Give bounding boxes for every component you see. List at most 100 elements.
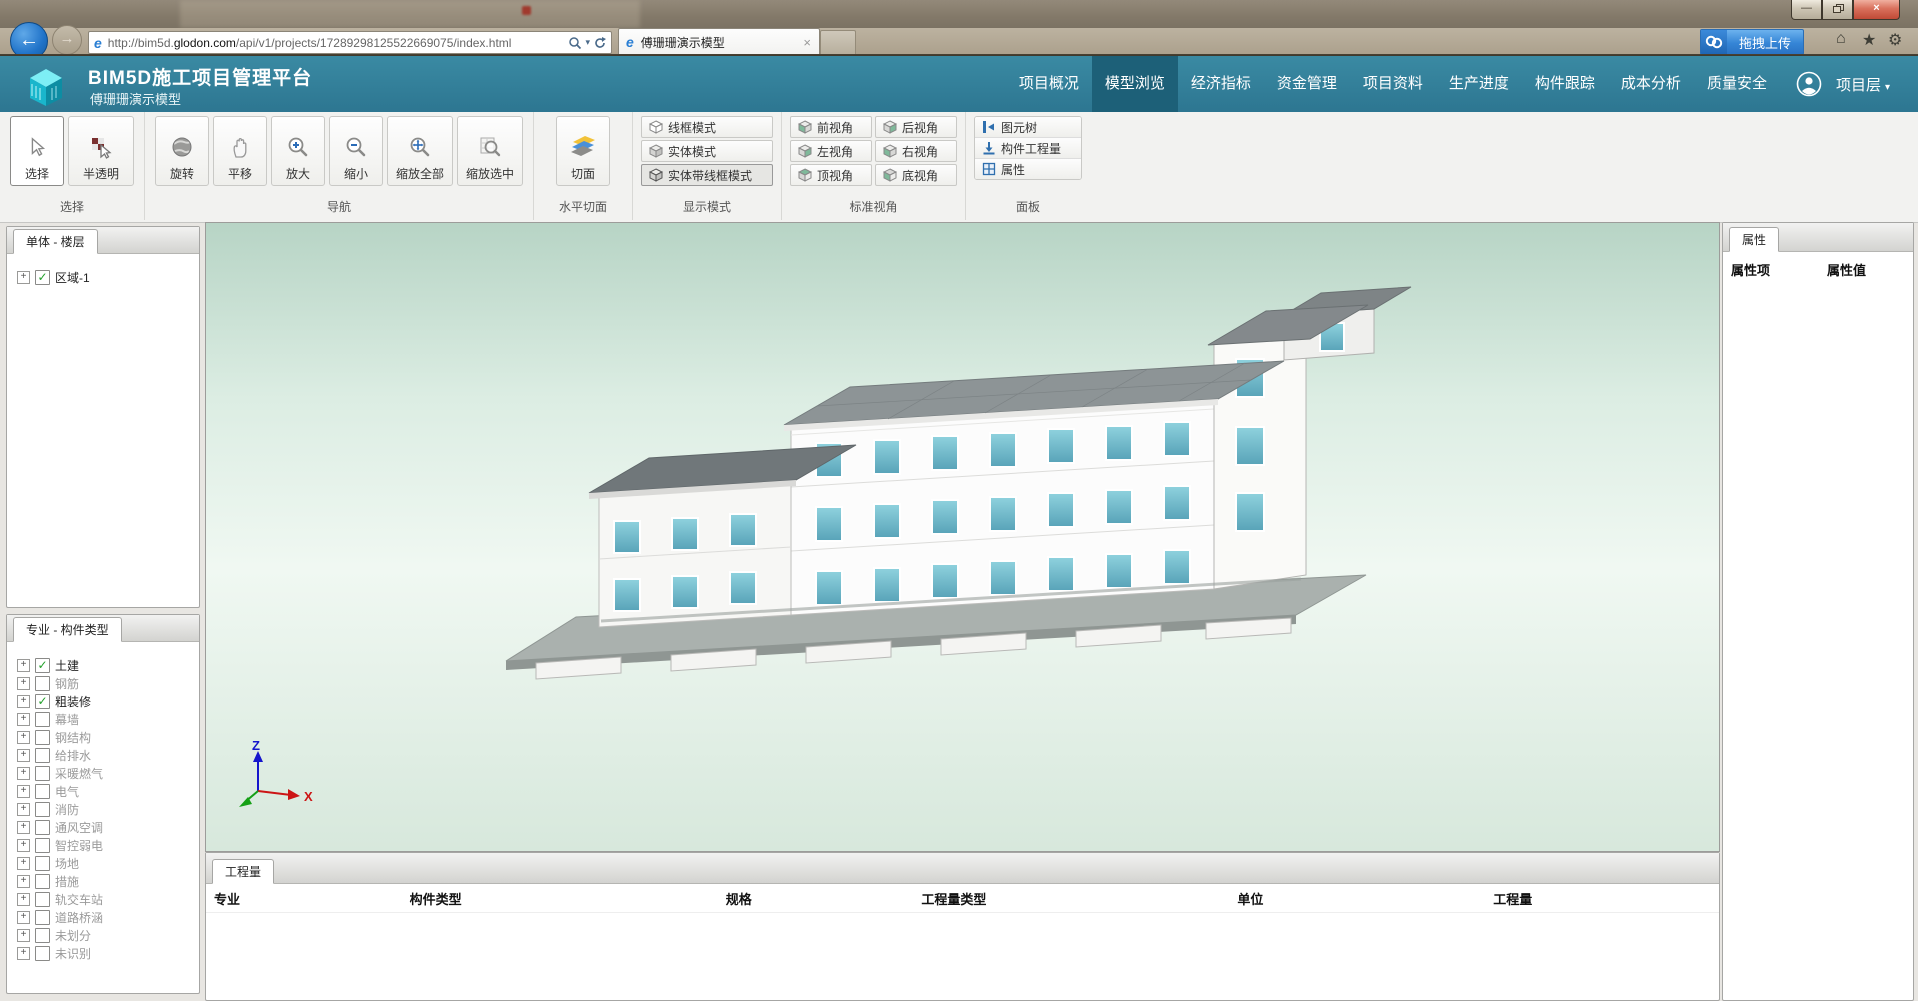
expand-icon[interactable]: + bbox=[17, 803, 30, 816]
checkbox[interactable]: ✓ bbox=[35, 856, 50, 871]
home-icon[interactable]: ⌂ bbox=[1836, 30, 1846, 48]
nav-item[interactable]: 经济指标 bbox=[1178, 56, 1264, 112]
right-view-button[interactable]: 右视角 bbox=[875, 140, 957, 162]
front-view-button[interactable]: 前视角 bbox=[790, 116, 872, 138]
model-viewport[interactable]: Z X bbox=[205, 222, 1720, 852]
component-quantity-button[interactable]: 构件工程量 bbox=[975, 137, 1081, 158]
tree-item[interactable]: + ✓ 场地 bbox=[17, 854, 199, 872]
expand-icon[interactable]: + bbox=[17, 695, 30, 708]
expand-icon[interactable]: + bbox=[17, 839, 30, 852]
tree-item[interactable]: + ✓ 钢结构 bbox=[17, 728, 199, 746]
expand-icon[interactable]: + bbox=[17, 271, 30, 284]
settings-icon[interactable]: ⚙ bbox=[1888, 30, 1902, 50]
nav-item[interactable]: 构件跟踪 bbox=[1522, 56, 1608, 112]
tree-item[interactable]: + ✓ 采暖燃气 bbox=[17, 764, 199, 782]
refresh-icon[interactable] bbox=[593, 36, 607, 50]
tree-item[interactable]: + ✓ 幕墙 bbox=[17, 710, 199, 728]
browser-tab[interactable]: e 傅珊珊演示模型 × bbox=[618, 28, 820, 55]
checkbox[interactable]: ✓ bbox=[35, 874, 50, 889]
minimize-button[interactable]: — bbox=[1791, 0, 1822, 20]
checkbox[interactable]: ✓ bbox=[35, 946, 50, 961]
tree-item[interactable]: + ✓ 粗装修 bbox=[17, 692, 199, 710]
nav-item[interactable]: 项目概况 bbox=[1006, 56, 1092, 112]
rotate-button[interactable]: 旋转 bbox=[155, 116, 209, 186]
expand-icon[interactable]: + bbox=[17, 947, 30, 960]
favorites-icon[interactable]: ★ bbox=[1862, 30, 1876, 50]
expand-icon[interactable]: + bbox=[17, 731, 30, 744]
project-layer-menu[interactable]: 项目层▾ bbox=[1836, 74, 1890, 95]
bottom-view-button[interactable]: 底视角 bbox=[875, 164, 957, 186]
wireframe-mode-button[interactable]: 线框模式 bbox=[641, 116, 773, 138]
nav-item[interactable]: 生产进度 bbox=[1436, 56, 1522, 112]
nav-item[interactable]: 成本分析 bbox=[1608, 56, 1694, 112]
checkbox[interactable]: ✓ bbox=[35, 820, 50, 835]
address-bar[interactable]: e http://bim5d.glodon.com/api/v1/project… bbox=[88, 31, 612, 54]
checkbox[interactable]: ✓ bbox=[35, 766, 50, 781]
top-view-button[interactable]: 顶视角 bbox=[790, 164, 872, 186]
floors-panel-tab[interactable]: 单体 - 楼层 bbox=[13, 229, 98, 254]
tree-item[interactable]: + ✓ 智控弱电 bbox=[17, 836, 199, 854]
tree-item[interactable]: + ✓ 通风空调 bbox=[17, 818, 199, 836]
restore-button[interactable] bbox=[1822, 0, 1853, 20]
element-tree-button[interactable]: 图元树 bbox=[975, 117, 1081, 137]
checkbox[interactable]: ✓ bbox=[35, 694, 50, 709]
back-view-button[interactable]: 后视角 bbox=[875, 116, 957, 138]
nav-item[interactable]: 项目资料 bbox=[1350, 56, 1436, 112]
tree-item[interactable]: + ✓ 土建 bbox=[17, 656, 199, 674]
tab-close-icon[interactable]: × bbox=[803, 35, 811, 50]
checkbox[interactable]: ✓ bbox=[35, 892, 50, 907]
expand-icon[interactable]: + bbox=[17, 929, 30, 942]
close-button[interactable]: × bbox=[1853, 0, 1900, 20]
tree-item[interactable]: + ✓ 措施 bbox=[17, 872, 199, 890]
checkbox[interactable]: ✓ bbox=[35, 730, 50, 745]
user-avatar-icon[interactable] bbox=[1796, 71, 1822, 97]
properties-button[interactable]: 属性 bbox=[975, 158, 1081, 179]
tree-item[interactable]: + ✓ 电气 bbox=[17, 782, 199, 800]
properties-tab[interactable]: 属性 bbox=[1729, 227, 1779, 252]
expand-icon[interactable]: + bbox=[17, 911, 30, 924]
tree-item[interactable]: + ✓ 钢筋 bbox=[17, 674, 199, 692]
checkbox[interactable]: ✓ bbox=[35, 784, 50, 799]
tree-item[interactable]: + ✓ 道路桥涵 bbox=[17, 908, 199, 926]
pan-button[interactable]: 平移 bbox=[213, 116, 267, 186]
left-view-button[interactable]: 左视角 bbox=[790, 140, 872, 162]
section-plane-button[interactable]: 切面 bbox=[556, 116, 610, 186]
expand-icon[interactable]: + bbox=[17, 893, 30, 906]
tree-item[interactable]: + ✓ 消防 bbox=[17, 800, 199, 818]
checkbox[interactable]: ✓ bbox=[35, 676, 50, 691]
checkbox[interactable]: ✓ bbox=[35, 748, 50, 763]
tree-item[interactable]: + ✓ 区域-1 bbox=[17, 268, 199, 286]
nav-item[interactable]: 资金管理 bbox=[1264, 56, 1350, 112]
search-dropdown-icon[interactable]: ▾ bbox=[585, 37, 590, 48]
checkbox[interactable]: ✓ bbox=[35, 658, 50, 673]
expand-icon[interactable]: + bbox=[17, 785, 30, 798]
tree-item[interactable]: + ✓ 未划分 bbox=[17, 926, 199, 944]
nav-item[interactable]: 模型浏览 bbox=[1092, 56, 1178, 112]
expand-icon[interactable]: + bbox=[17, 749, 30, 762]
expand-icon[interactable]: + bbox=[17, 713, 30, 726]
search-icon[interactable] bbox=[568, 36, 582, 50]
checkbox[interactable]: ✓ bbox=[35, 270, 50, 285]
tree-item[interactable]: + ✓ 轨交车站 bbox=[17, 890, 199, 908]
select-button[interactable]: 选择 bbox=[10, 116, 64, 186]
expand-icon[interactable]: + bbox=[17, 857, 30, 870]
tree-item[interactable]: + ✓ 给排水 bbox=[17, 746, 199, 764]
solid-mode-button[interactable]: 实体模式 bbox=[641, 140, 773, 162]
quantities-tab[interactable]: 工程量 bbox=[212, 859, 274, 884]
zoom-in-button[interactable]: 放大 bbox=[271, 116, 325, 186]
expand-icon[interactable]: + bbox=[17, 767, 30, 780]
expand-icon[interactable]: + bbox=[17, 875, 30, 888]
zoom-selected-button[interactable]: 缩放选中 bbox=[457, 116, 523, 186]
tree-item[interactable]: + ✓ 未识别 bbox=[17, 944, 199, 962]
new-tab-button[interactable] bbox=[820, 30, 856, 55]
checkbox[interactable]: ✓ bbox=[35, 802, 50, 817]
expand-icon[interactable]: + bbox=[17, 677, 30, 690]
drag-upload-button[interactable]: 拖拽上传 bbox=[1700, 29, 1804, 55]
checkbox[interactable]: ✓ bbox=[35, 712, 50, 727]
nav-item[interactable]: 质量安全 bbox=[1694, 56, 1780, 112]
checkbox[interactable]: ✓ bbox=[35, 838, 50, 853]
translucent-button[interactable]: 半透明 bbox=[68, 116, 134, 186]
expand-icon[interactable]: + bbox=[17, 821, 30, 834]
checkbox[interactable]: ✓ bbox=[35, 928, 50, 943]
checkbox[interactable]: ✓ bbox=[35, 910, 50, 925]
